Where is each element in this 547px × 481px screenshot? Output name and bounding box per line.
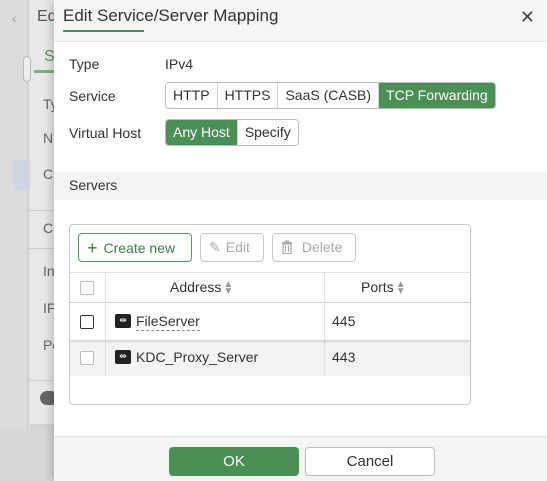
dialog-title-underline: [63, 30, 144, 32]
row-checkbox[interactable]: [80, 351, 94, 365]
background-row-highlight: [14, 160, 30, 190]
chevron-left-icon: ‹: [12, 10, 17, 26]
background-label: In: [43, 263, 55, 279]
type-value: IPv4: [165, 56, 194, 72]
sort-icon: ▲ ▼: [395, 279, 406, 298]
virtual-host-selector: Any Host Specify: [165, 119, 299, 146]
address-cell[interactable]: KDC_Proxy_Server: [136, 349, 258, 365]
ports-header-label: Ports: [361, 279, 394, 295]
create-new-button[interactable]: + Create new: [78, 233, 192, 262]
background-label: C: [43, 220, 54, 236]
plus-icon: +: [87, 238, 98, 258]
virtual-host-option-specify[interactable]: Specify: [237, 120, 298, 145]
background-field: [23, 56, 31, 82]
dialog-footer: OK Cancel: [54, 436, 547, 481]
ports-cell: 443: [332, 349, 356, 365]
edit-button[interactable]: ✎ Edit: [200, 233, 264, 262]
table-row[interactable]: ⇹ KDC_Proxy_Server 443: [70, 340, 470, 376]
table-header: Address ▲ ▼ Ports ▲ ▼: [70, 272, 470, 304]
service-label: Service: [69, 88, 116, 104]
row-checkbox[interactable]: [80, 315, 94, 329]
background-label: C: [43, 166, 54, 182]
type-label: Type: [69, 56, 100, 72]
cancel-button[interactable]: Cancel: [305, 447, 435, 476]
address-column-header[interactable]: Address ▲ ▼: [170, 279, 234, 298]
column-divider: [105, 273, 106, 304]
address-cell[interactable]: FileServer: [136, 313, 200, 331]
ok-button[interactable]: OK: [169, 447, 299, 476]
servers-section-title: Servers: [69, 177, 118, 193]
service-selector: HTTP HTTPS SaaS (CASB) TCP Forwarding: [165, 82, 496, 109]
virtual-host-label: Virtual Host: [69, 125, 142, 141]
servers-section-header: Servers: [54, 172, 547, 200]
service-option-https[interactable]: HTTPS: [217, 83, 279, 108]
dialog-header: Edit Service/Server Mapping ✕: [54, 0, 547, 42]
delete-label: Delete: [301, 239, 343, 255]
sort-icon: ▲ ▼: [223, 279, 234, 298]
edit-mapping-dialog: Edit Service/Server Mapping ✕ Type IPv4 …: [54, 0, 547, 481]
edit-label: Edit: [225, 239, 250, 255]
ports-column-header[interactable]: Ports ▲ ▼: [361, 279, 406, 298]
service-option-http[interactable]: HTTP: [166, 83, 218, 108]
server-address-icon: ⇹: [115, 350, 131, 364]
column-divider: [324, 273, 325, 304]
column-divider: [105, 340, 106, 376]
pencil-icon: ✎: [209, 239, 221, 255]
column-divider: [324, 304, 325, 340]
create-new-label: Create new: [103, 240, 176, 256]
dialog-title: Edit Service/Server Mapping: [63, 6, 279, 25]
table-row[interactable]: ⇹ FileServer 445: [70, 304, 470, 340]
address-header-label: Address: [170, 279, 222, 295]
column-divider: [105, 304, 106, 340]
delete-button[interactable]: Delete: [272, 233, 356, 262]
server-address-icon: ⇹: [115, 314, 131, 328]
select-all-checkbox[interactable]: [80, 281, 94, 295]
virtual-host-option-any[interactable]: Any Host: [166, 120, 238, 145]
close-icon[interactable]: ✕: [520, 7, 535, 28]
column-divider: [324, 340, 325, 376]
trash-icon: [281, 239, 297, 255]
background-label: N: [43, 130, 54, 146]
service-option-saas-casb[interactable]: SaaS (CASB): [278, 83, 380, 108]
ports-cell: 445: [332, 313, 356, 329]
service-option-tcp-forwarding[interactable]: TCP Forwarding: [379, 83, 495, 108]
servers-table: + Create new ✎ Edit Delete Address ▲ ▼ Ports…: [69, 224, 471, 405]
